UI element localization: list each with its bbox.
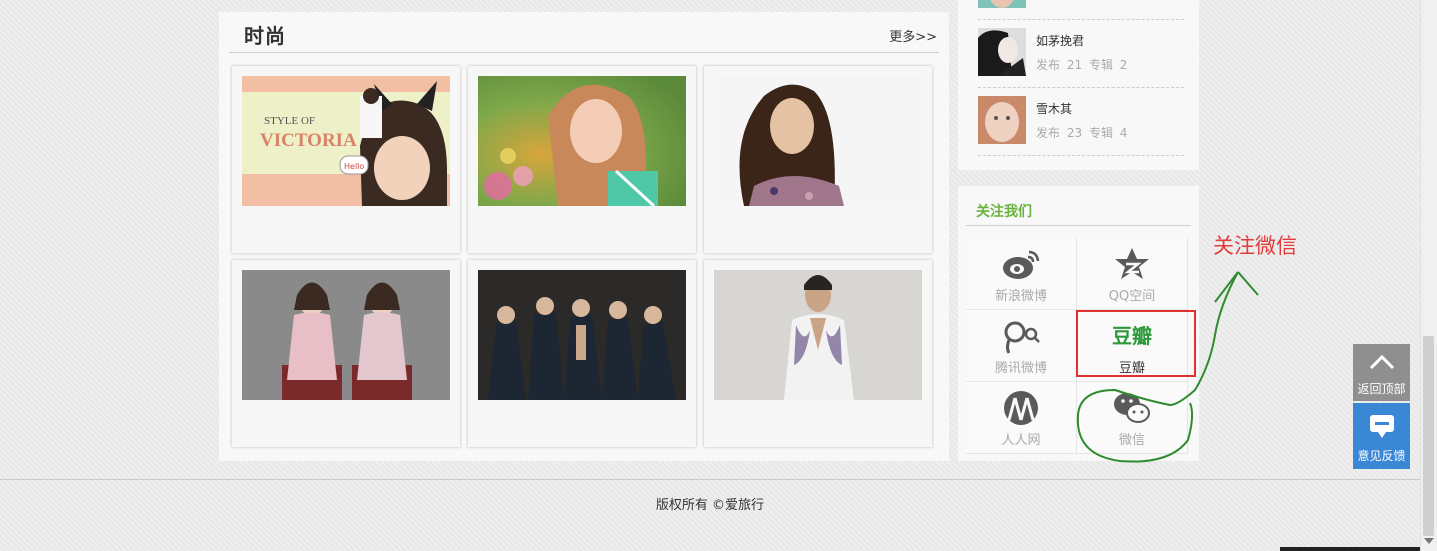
scrollbar-thumb[interactable] (1423, 336, 1434, 536)
posts-count: 23 (1066, 126, 1083, 140)
fashion-panel: 时尚 更多>> STYLE OF VICTORIA Hello (219, 12, 949, 461)
footer-divider (0, 479, 1420, 480)
albums-count: 2 (1119, 58, 1128, 72)
author-name[interactable]: 如茅挽君 (1036, 32, 1084, 49)
share-label: 腾讯微博 (994, 361, 1047, 376)
avatar[interactable] (978, 96, 1026, 144)
author-stats: 发布 21 专辑 2 (1036, 56, 1130, 73)
photo-two-girls[interactable] (242, 270, 450, 400)
section-title: 时尚 (244, 24, 286, 48)
author-row[interactable]: 如茅挽君 发布 21 专辑 2 (978, 19, 1184, 88)
renren-icon (1004, 391, 1038, 425)
photo-card[interactable] (704, 66, 932, 253)
share-label: 人人网 (1001, 433, 1041, 448)
scroll-down-arrow-icon[interactable] (1424, 538, 1434, 544)
more-link[interactable]: 更多>> (889, 26, 937, 45)
posts-label: 发布 (1036, 58, 1061, 72)
photo-card[interactable]: STYLE OF VICTORIA Hello (232, 66, 460, 253)
back-to-top-label: 返回顶部 (1357, 382, 1406, 396)
title-divider (229, 52, 939, 53)
photo-card[interactable] (468, 260, 696, 447)
photo-card[interactable] (704, 260, 932, 447)
posts-label: 发布 (1036, 126, 1061, 140)
feedback-icon (1370, 415, 1394, 438)
annotation-arrow (1076, 271, 1259, 463)
copyright: 版权所有 ©爱旅行 (655, 498, 765, 513)
back-to-top-button[interactable]: 返回顶部 (1353, 344, 1410, 401)
author-stats: 发布 23 专辑 4 (1036, 124, 1130, 141)
share-weibo[interactable]: 新浪微博 (966, 238, 1077, 310)
photo-band[interactable] (478, 270, 686, 400)
style-of-text: STYLE OF (264, 115, 315, 127)
photo-card[interactable] (232, 260, 460, 447)
chevron-up-icon (1369, 354, 1395, 370)
feedback-button[interactable]: 意见反馈 (1353, 403, 1410, 469)
hello-text: Hello (344, 162, 364, 171)
avatar[interactable] (978, 0, 1026, 8)
albums-label: 专辑 (1088, 58, 1113, 72)
avatar[interactable] (978, 28, 1026, 76)
photo-white-shirt[interactable] (714, 270, 922, 400)
albums-label: 专辑 (1088, 126, 1113, 140)
follow-title: 关注我们 (976, 204, 1032, 220)
author-name[interactable]: 雪木其 (1036, 100, 1072, 117)
share-tencent-weibo[interactable]: 腾讯微博 (966, 310, 1077, 382)
feedback-label: 意见反馈 (1357, 449, 1406, 463)
annotation-text: 关注微信 (1213, 234, 1297, 258)
tencent-weibo-icon (1004, 321, 1040, 354)
photo-victoria[interactable]: STYLE OF VICTORIA Hello (242, 76, 450, 206)
photo-long-hair[interactable] (714, 76, 922, 206)
authors-panel: 如茅挽君 发布 21 专辑 2 雪木其 发布 23 专辑 4 (958, 0, 1199, 170)
author-row[interactable]: 雪木其 发布 23 专辑 4 (978, 87, 1184, 156)
follow-divider (966, 225, 1191, 226)
photo-card[interactable] (468, 66, 696, 253)
weibo-icon (1003, 250, 1040, 279)
share-label: 新浪微博 (994, 289, 1047, 304)
photo-garden-girl[interactable] (478, 76, 686, 206)
posts-count: 21 (1066, 58, 1083, 72)
share-renren[interactable]: 人人网 (966, 382, 1077, 454)
albums-count: 4 (1119, 126, 1128, 140)
victoria-text: VICTORIA (260, 130, 357, 151)
bottom-bar (1280, 547, 1420, 551)
author-row[interactable] (978, 0, 1184, 20)
